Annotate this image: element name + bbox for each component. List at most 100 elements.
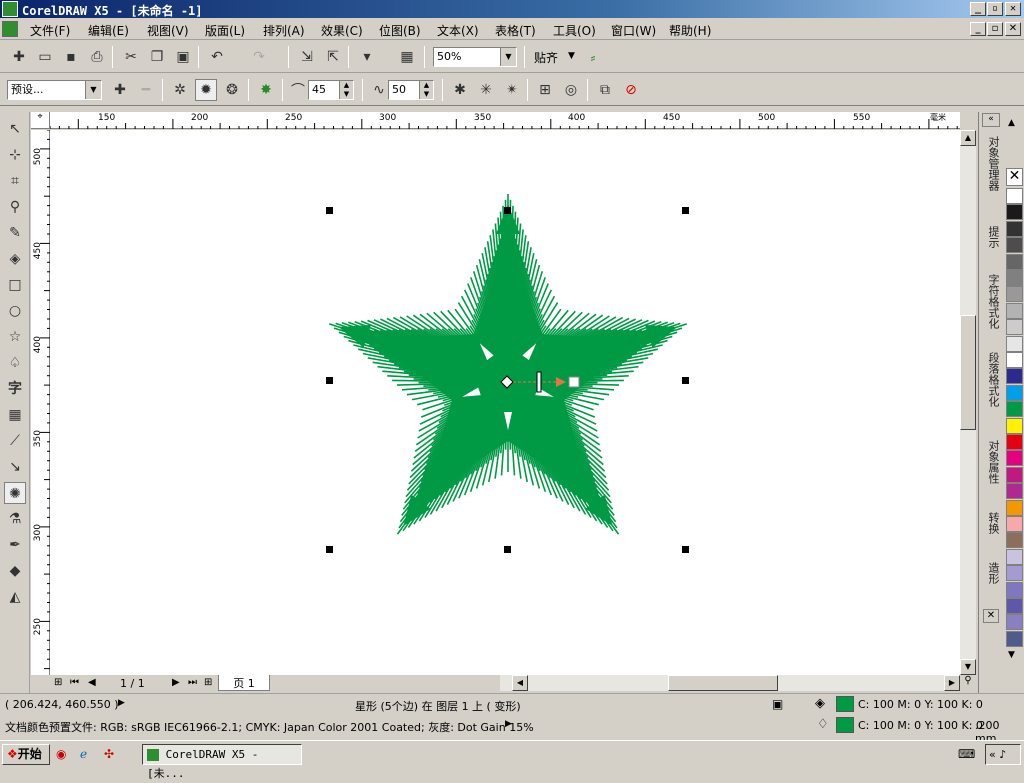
browser-icon[interactable]: ◉ bbox=[56, 747, 66, 761]
vertical-ruler[interactable]: 500 450 400 350 300 250 bbox=[31, 130, 50, 675]
color-swatch[interactable] bbox=[1006, 319, 1023, 335]
collapse-docker-icon[interactable]: « bbox=[982, 113, 1000, 127]
color-swatch[interactable] bbox=[1006, 582, 1023, 598]
zoom-tool-icon[interactable]: ⚲ bbox=[4, 196, 26, 218]
palette-scroll-up-icon[interactable]: ▲ bbox=[1008, 118, 1015, 128]
menu-view[interactable]: 视图(V) bbox=[147, 22, 189, 39]
next-page-icon[interactable]: ▶ bbox=[172, 677, 180, 688]
open-icon[interactable]: ▭ bbox=[34, 46, 56, 68]
menu-bitmaps[interactable]: 位图(B) bbox=[379, 22, 421, 39]
menu-arrange[interactable]: 排列(A) bbox=[263, 22, 305, 39]
amplitude-slider-handle[interactable] bbox=[537, 372, 541, 392]
local-distortion-icon[interactable]: ✴ bbox=[501, 79, 523, 101]
color-swatch[interactable] bbox=[1006, 254, 1023, 270]
scroll-up-icon[interactable]: ▲ bbox=[960, 130, 976, 146]
menu-window[interactable]: 窗口(W) bbox=[611, 22, 656, 39]
doc-restore-button[interactable]: ▫ bbox=[987, 22, 1003, 36]
expand-status-icon[interactable]: ▶ bbox=[118, 698, 125, 708]
ie-icon[interactable]: ℯ bbox=[80, 747, 87, 761]
docker-tab-paragraph-formatting[interactable]: 段落格式化 bbox=[983, 352, 1001, 407]
random-distortion-icon[interactable]: ✱ bbox=[449, 79, 471, 101]
outline-color-swatch[interactable] bbox=[836, 717, 854, 733]
start-button[interactable]: ❖开始 bbox=[2, 744, 50, 765]
menu-text[interactable]: 文本(X) bbox=[437, 22, 479, 39]
color-swatch[interactable] bbox=[1006, 270, 1023, 286]
center-distortion-icon[interactable]: ⊞ bbox=[534, 79, 556, 101]
selection-handle[interactable] bbox=[682, 377, 689, 384]
color-swatch[interactable] bbox=[1006, 237, 1023, 253]
last-page-icon[interactable]: ⏭ bbox=[188, 677, 197, 688]
docker-tab-shaping[interactable]: 造形 bbox=[983, 562, 1001, 584]
smooth-distortion-icon[interactable]: ✳ bbox=[475, 79, 497, 101]
add-page-after-icon[interactable]: ⊞ bbox=[204, 677, 212, 688]
color-swatch[interactable] bbox=[1006, 336, 1023, 352]
rectangle-tool-icon[interactable]: □ bbox=[4, 274, 26, 296]
docker-tab-object-manager[interactable]: 对象管理器 bbox=[983, 136, 1001, 191]
print-icon[interactable]: ⎙ bbox=[86, 46, 108, 68]
color-swatch[interactable] bbox=[1006, 188, 1023, 204]
color-swatch[interactable] bbox=[1006, 500, 1023, 516]
dimension-tool-icon[interactable]: ⟋ bbox=[4, 430, 26, 452]
color-profile-info[interactable]: 文档颜色预置文件: RGB: sRGB IEC61966-2.1; CMYK: … bbox=[5, 719, 534, 735]
welcome-screen-icon[interactable]: ▦ bbox=[396, 46, 418, 68]
application-launcher-icon[interactable]: ▾ bbox=[356, 46, 378, 68]
color-swatch[interactable] bbox=[1006, 598, 1023, 614]
undo-icon[interactable]: ↶ bbox=[206, 46, 228, 68]
paste-icon[interactable]: ▣ bbox=[172, 46, 194, 68]
color-swatch[interactable] bbox=[1006, 614, 1023, 630]
page-tab[interactable]: 页 1 bbox=[218, 675, 270, 691]
interactive-fill-tool-icon[interactable]: ◭ bbox=[4, 586, 26, 608]
scroll-right-icon[interactable]: ▶ bbox=[944, 675, 960, 691]
basic-shapes-tool-icon[interactable]: ♤ bbox=[4, 352, 26, 374]
distortion-end-handle[interactable] bbox=[569, 377, 579, 387]
vertical-scrollbar[interactable]: ▲ ▼ bbox=[960, 130, 976, 675]
color-swatch[interactable] bbox=[1006, 549, 1023, 565]
color-swatch[interactable] bbox=[1006, 532, 1023, 548]
horizontal-scroll-thumb[interactable] bbox=[668, 675, 778, 691]
quicklaunch-icon[interactable]: ✣ bbox=[104, 747, 114, 761]
remove-preset-icon[interactable]: ━ bbox=[135, 79, 157, 101]
color-swatch[interactable] bbox=[1006, 483, 1023, 499]
horizontal-ruler[interactable]: 150 200 250 300 350 400 450 500 550 毫米 bbox=[50, 112, 960, 129]
redo-icon[interactable]: ↷ bbox=[248, 46, 270, 68]
prev-page-icon[interactable]: ◀ bbox=[88, 677, 96, 688]
color-swatch[interactable] bbox=[1006, 352, 1023, 368]
color-swatch[interactable] bbox=[1006, 385, 1023, 401]
cut-icon[interactable]: ✂ bbox=[120, 46, 142, 68]
amplitude-input[interactable]: 45 ▲▼ bbox=[308, 80, 354, 100]
polygon-tool-icon[interactable]: ☆ bbox=[4, 326, 26, 348]
docker-tab-object-properties[interactable]: 对象属性 bbox=[983, 440, 1001, 484]
twister-distortion-icon[interactable]: ❂ bbox=[221, 79, 243, 101]
add-new-distortion-icon[interactable]: ✸ bbox=[255, 79, 277, 101]
selection-handle[interactable] bbox=[682, 546, 689, 553]
color-swatch[interactable] bbox=[1006, 286, 1023, 302]
add-preset-icon[interactable]: ✚ bbox=[109, 79, 131, 101]
selection-handle[interactable] bbox=[326, 377, 333, 384]
menu-effects[interactable]: 效果(C) bbox=[321, 22, 363, 39]
color-swatch[interactable] bbox=[1006, 418, 1023, 434]
doc-minimize-button[interactable]: _ bbox=[970, 22, 986, 36]
selection-handle[interactable] bbox=[682, 207, 689, 214]
docker-tab-transformations[interactable]: 转换 bbox=[983, 512, 1001, 534]
palette-scroll-down-icon[interactable]: ▼ bbox=[1008, 650, 1015, 660]
docker-tab-hints[interactable]: 提示 bbox=[983, 226, 1001, 248]
ellipse-tool-icon[interactable]: ○ bbox=[4, 300, 26, 322]
selection-handle[interactable] bbox=[504, 546, 511, 553]
convert-to-curves-icon[interactable]: ◎ bbox=[560, 79, 582, 101]
no-color-swatch[interactable]: ✕ bbox=[1006, 168, 1023, 186]
first-page-icon[interactable]: ⏮ bbox=[70, 677, 79, 688]
color-swatch[interactable] bbox=[1006, 565, 1023, 581]
menu-help[interactable]: 帮助(H) bbox=[669, 22, 711, 39]
tray-expand-icon[interactable]: « bbox=[989, 748, 996, 761]
distort-tool-icon[interactable]: ✺ bbox=[4, 482, 26, 504]
menu-layout[interactable]: 版面(L) bbox=[205, 22, 245, 39]
drawing-canvas[interactable] bbox=[50, 130, 960, 675]
menu-edit[interactable]: 编辑(E) bbox=[88, 22, 129, 39]
text-tool-icon[interactable]: 字 bbox=[4, 378, 26, 400]
color-swatch[interactable] bbox=[1006, 467, 1023, 483]
fill-color-swatch[interactable] bbox=[836, 696, 854, 712]
close-docker-icon[interactable]: ✕ bbox=[983, 609, 999, 623]
menu-file[interactable]: 文件(F) bbox=[30, 22, 70, 39]
color-swatch[interactable] bbox=[1006, 368, 1023, 384]
zipper-distortion-icon[interactable]: ✹ bbox=[195, 79, 217, 101]
